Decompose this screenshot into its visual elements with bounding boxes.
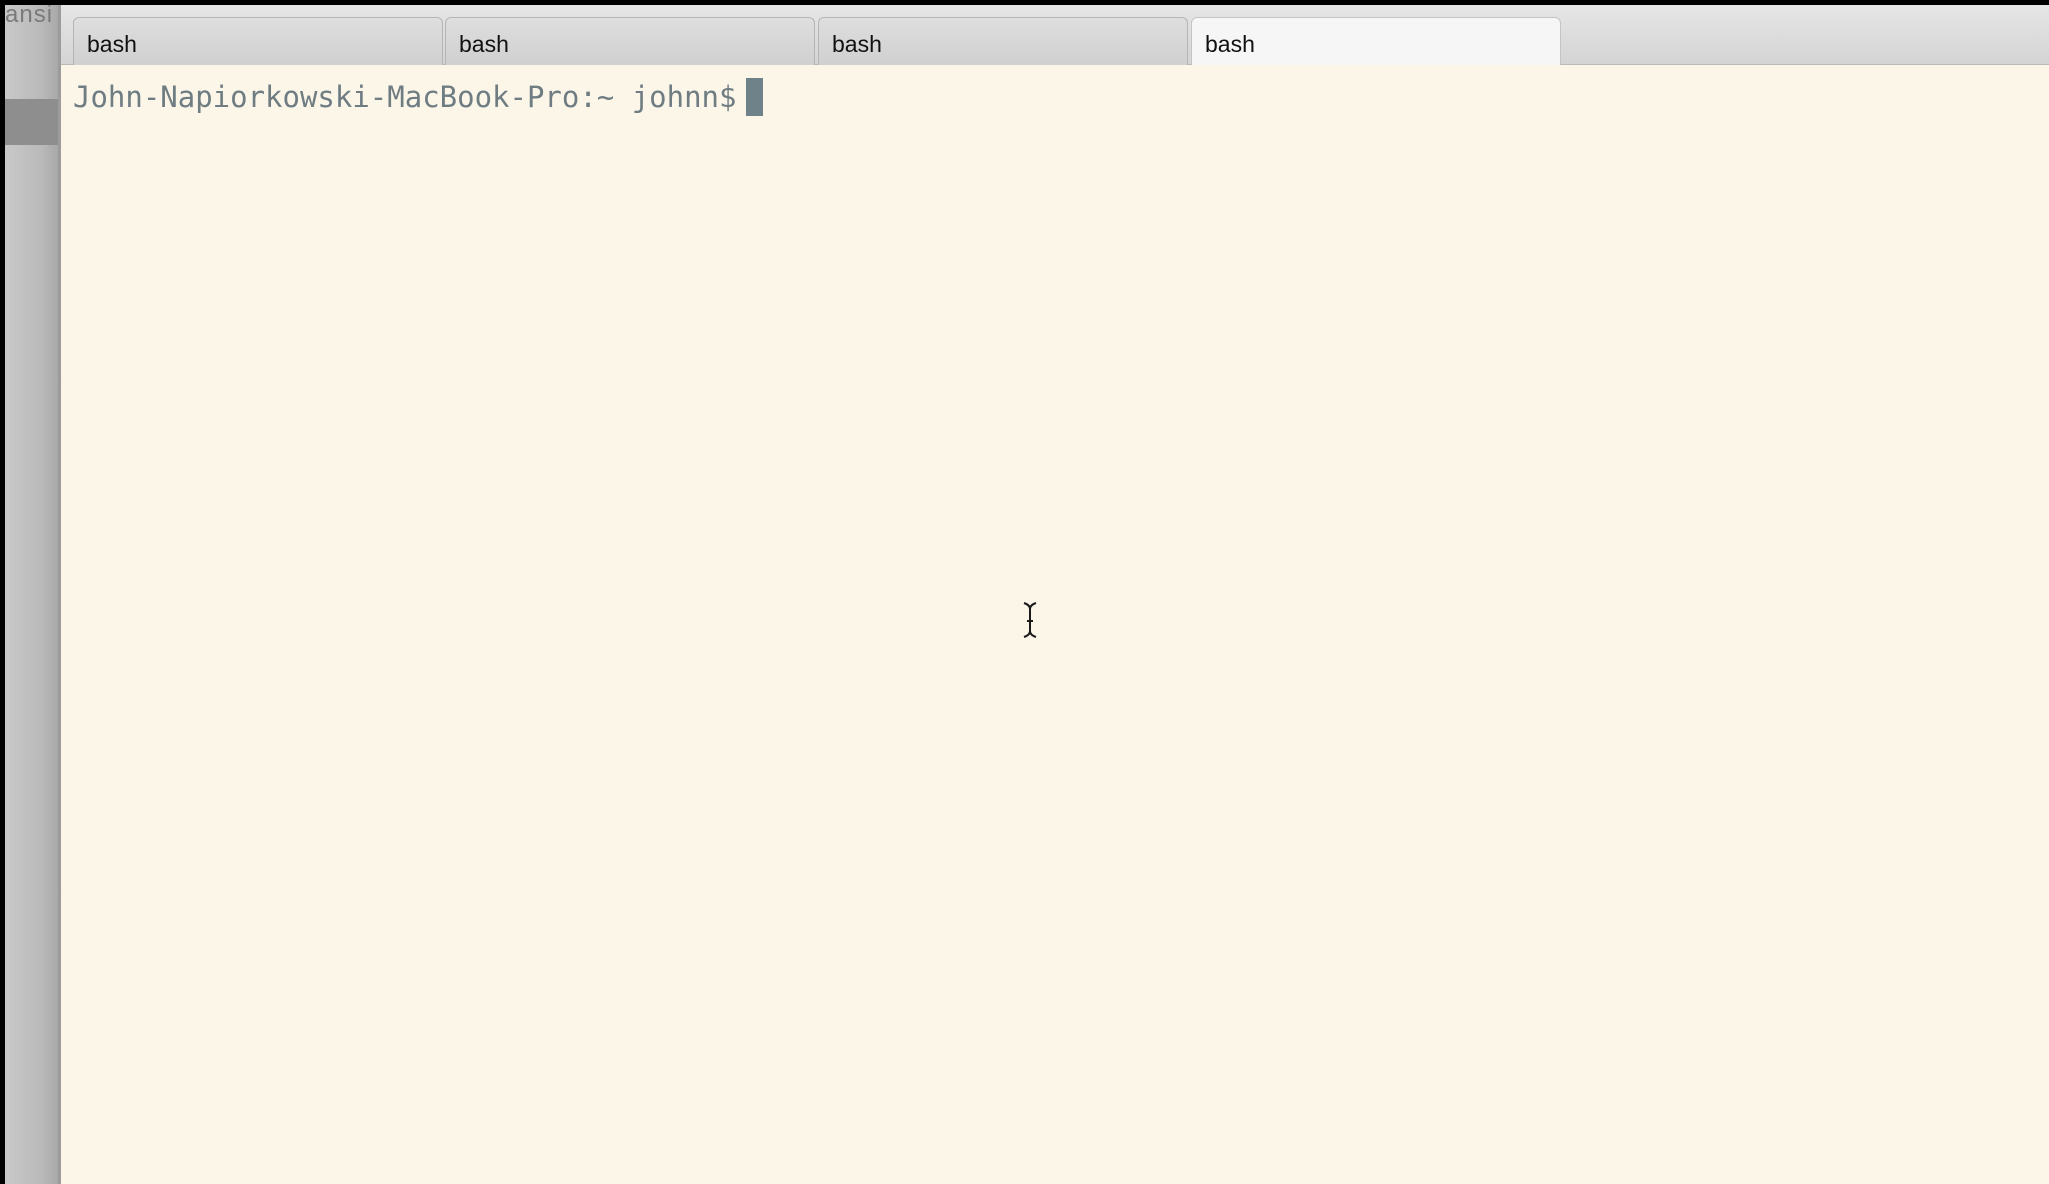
tab-label: bash xyxy=(1205,31,1255,57)
tab-bar: bash bash bash bash xyxy=(61,5,2049,65)
tab-label: bash xyxy=(832,31,882,57)
prompt-line[interactable]: John-Napiorkowski-MacBook-Pro:~ johnn$ xyxy=(73,78,764,116)
tab-label: bash xyxy=(87,31,137,57)
text-cursor-block-icon xyxy=(746,78,764,116)
tab-bash-4-active[interactable]: bash xyxy=(1191,17,1561,65)
tab-bash-2[interactable]: bash xyxy=(445,17,815,65)
terminal-window[interactable]: bash bash bash bash John-Napiorkowski-Ma… xyxy=(58,5,2049,1184)
terminal-content[interactable]: John-Napiorkowski-MacBook-Pro:~ johnn$ xyxy=(61,65,2049,1184)
tab-label: bash xyxy=(459,31,509,57)
background-window[interactable]: ansi xyxy=(5,5,58,1184)
shell-prompt: John-Napiorkowski-MacBook-Pro:~ johnn$ xyxy=(73,80,737,114)
tab-bash-3[interactable]: bash xyxy=(818,17,1188,65)
background-window-selection-bar xyxy=(5,99,58,145)
screen: ansi bash bash bash bash John-Napiorkows… xyxy=(5,5,2049,1184)
background-window-title: ansi xyxy=(5,5,54,28)
i-beam-cursor-icon xyxy=(1023,602,1037,638)
tab-bash-1[interactable]: bash xyxy=(73,17,443,65)
